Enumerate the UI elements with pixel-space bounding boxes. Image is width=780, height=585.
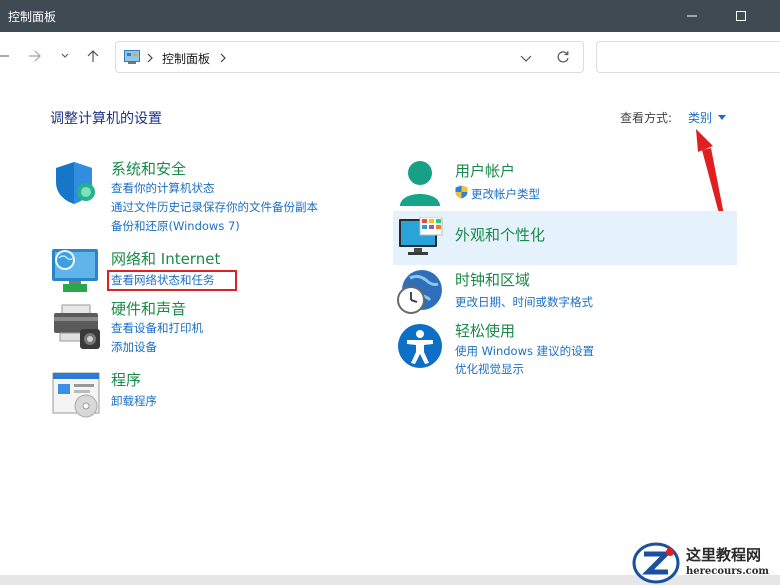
accessibility-icon	[398, 324, 442, 368]
category-programs[interactable]: 程序	[111, 369, 141, 390]
category-network-internet[interactable]: 网络和 Internet	[111, 248, 220, 269]
watermark-url: herecours.com	[686, 566, 770, 577]
link-backup-restore-win7[interactable]: 备份和还原(Windows 7)	[111, 218, 240, 234]
category-appearance-personalization[interactable]: 外观和个性化	[455, 224, 545, 245]
appearance-icon	[399, 217, 443, 255]
forward-button[interactable]	[28, 48, 42, 67]
printer-icon	[54, 304, 100, 349]
search-input[interactable]	[596, 41, 780, 73]
breadcrumb-chevron-icon[interactable]	[220, 53, 226, 63]
address-dropdown-icon[interactable]	[520, 53, 532, 63]
link-add-device[interactable]: 添加设备	[111, 339, 157, 355]
page-heading: 调整计算机的设置	[50, 111, 162, 127]
watermark: 这里教程网 herecours.com	[632, 540, 780, 585]
link-view-computer-status[interactable]: 查看你的计算机状态	[111, 180, 215, 196]
category-ease-of-access[interactable]: 轻松使用	[455, 320, 515, 341]
forward-arrow-icon	[29, 50, 41, 62]
link-windows-recommended-settings[interactable]: 使用 Windows 建议的设置	[455, 343, 594, 359]
watermark-name: 这里教程网	[686, 546, 762, 564]
chevron-down-icon	[61, 53, 69, 58]
window-title: 控制面板	[8, 10, 57, 24]
recent-locations-button[interactable]	[60, 48, 70, 67]
view-by-label: 查看方式:	[620, 111, 673, 125]
link-change-account-type[interactable]: 更改帐户类型	[471, 186, 540, 202]
control-panel-icon	[124, 50, 140, 64]
minimize-icon	[687, 15, 697, 17]
link-change-date-time-format[interactable]: 更改日期、时间或数字格式	[455, 294, 593, 310]
watermark-logo-icon	[632, 542, 680, 584]
programs-icon	[52, 372, 100, 418]
caret-down-icon	[718, 115, 727, 120]
refresh-icon[interactable]	[556, 50, 570, 64]
category-system-security[interactable]: 系统和安全	[111, 158, 186, 179]
link-file-history-backup[interactable]: 通过文件历史记录保存你的文件备份副本	[111, 199, 318, 215]
annotation-highlight-box	[107, 270, 237, 291]
category-clock-region[interactable]: 时钟和区域	[455, 269, 530, 290]
annotation-arrow-icon	[696, 129, 725, 221]
hover-highlight	[393, 211, 737, 265]
minimize-button[interactable]	[677, 4, 707, 28]
navigation-bar: 控制面板	[0, 32, 780, 84]
back-arrow-icon	[0, 55, 9, 57]
breadcrumb-control-panel[interactable]: 控制面板	[162, 50, 210, 67]
address-bar[interactable]: 控制面板	[115, 41, 584, 73]
link-view-devices-printers[interactable]: 查看设备和打印机	[111, 320, 203, 336]
shield-icon	[56, 162, 95, 204]
back-button[interactable]	[0, 48, 10, 67]
link-optimize-visual-display[interactable]: 优化视觉显示	[455, 361, 524, 377]
title-bar: 控制面板	[0, 0, 780, 32]
uac-shield-icon	[455, 185, 468, 199]
category-user-accounts[interactable]: 用户帐户	[455, 160, 515, 181]
up-button[interactable]	[86, 48, 100, 67]
clock-globe-icon	[397, 270, 442, 314]
up-arrow-icon	[87, 50, 99, 62]
link-uninstall-program[interactable]: 卸载程序	[111, 393, 157, 409]
network-monitor-icon	[52, 249, 98, 292]
user-icon	[400, 161, 440, 206]
maximize-button[interactable]	[726, 4, 756, 28]
category-hardware-sound[interactable]: 硬件和声音	[111, 298, 186, 319]
breadcrumb-separator-icon	[147, 53, 153, 63]
maximize-icon	[736, 11, 746, 21]
